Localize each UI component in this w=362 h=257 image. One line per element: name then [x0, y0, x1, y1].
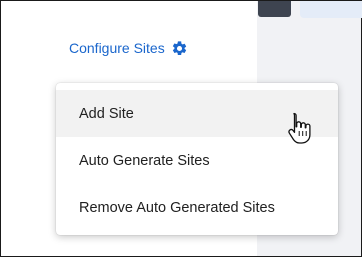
configure-sites-menu: Add Site Auto Generate Sites Remove Auto…	[56, 83, 338, 235]
configure-sites-label: Configure Sites	[69, 40, 165, 56]
menu-item-label: Add Site	[79, 105, 134, 122]
top-dark-tab[interactable]	[258, 1, 291, 17]
hand-pointer-icon	[285, 110, 315, 148]
menu-item-label: Auto Generate Sites	[79, 152, 210, 169]
configure-sites-button[interactable]: Configure Sites	[69, 38, 188, 58]
menu-item-remove-auto-generated-sites[interactable]: Remove Auto Generated Sites	[56, 184, 338, 231]
top-light-tab[interactable]	[300, 1, 362, 18]
menu-item-label: Remove Auto Generated Sites	[79, 199, 275, 216]
gear-icon	[171, 40, 188, 57]
